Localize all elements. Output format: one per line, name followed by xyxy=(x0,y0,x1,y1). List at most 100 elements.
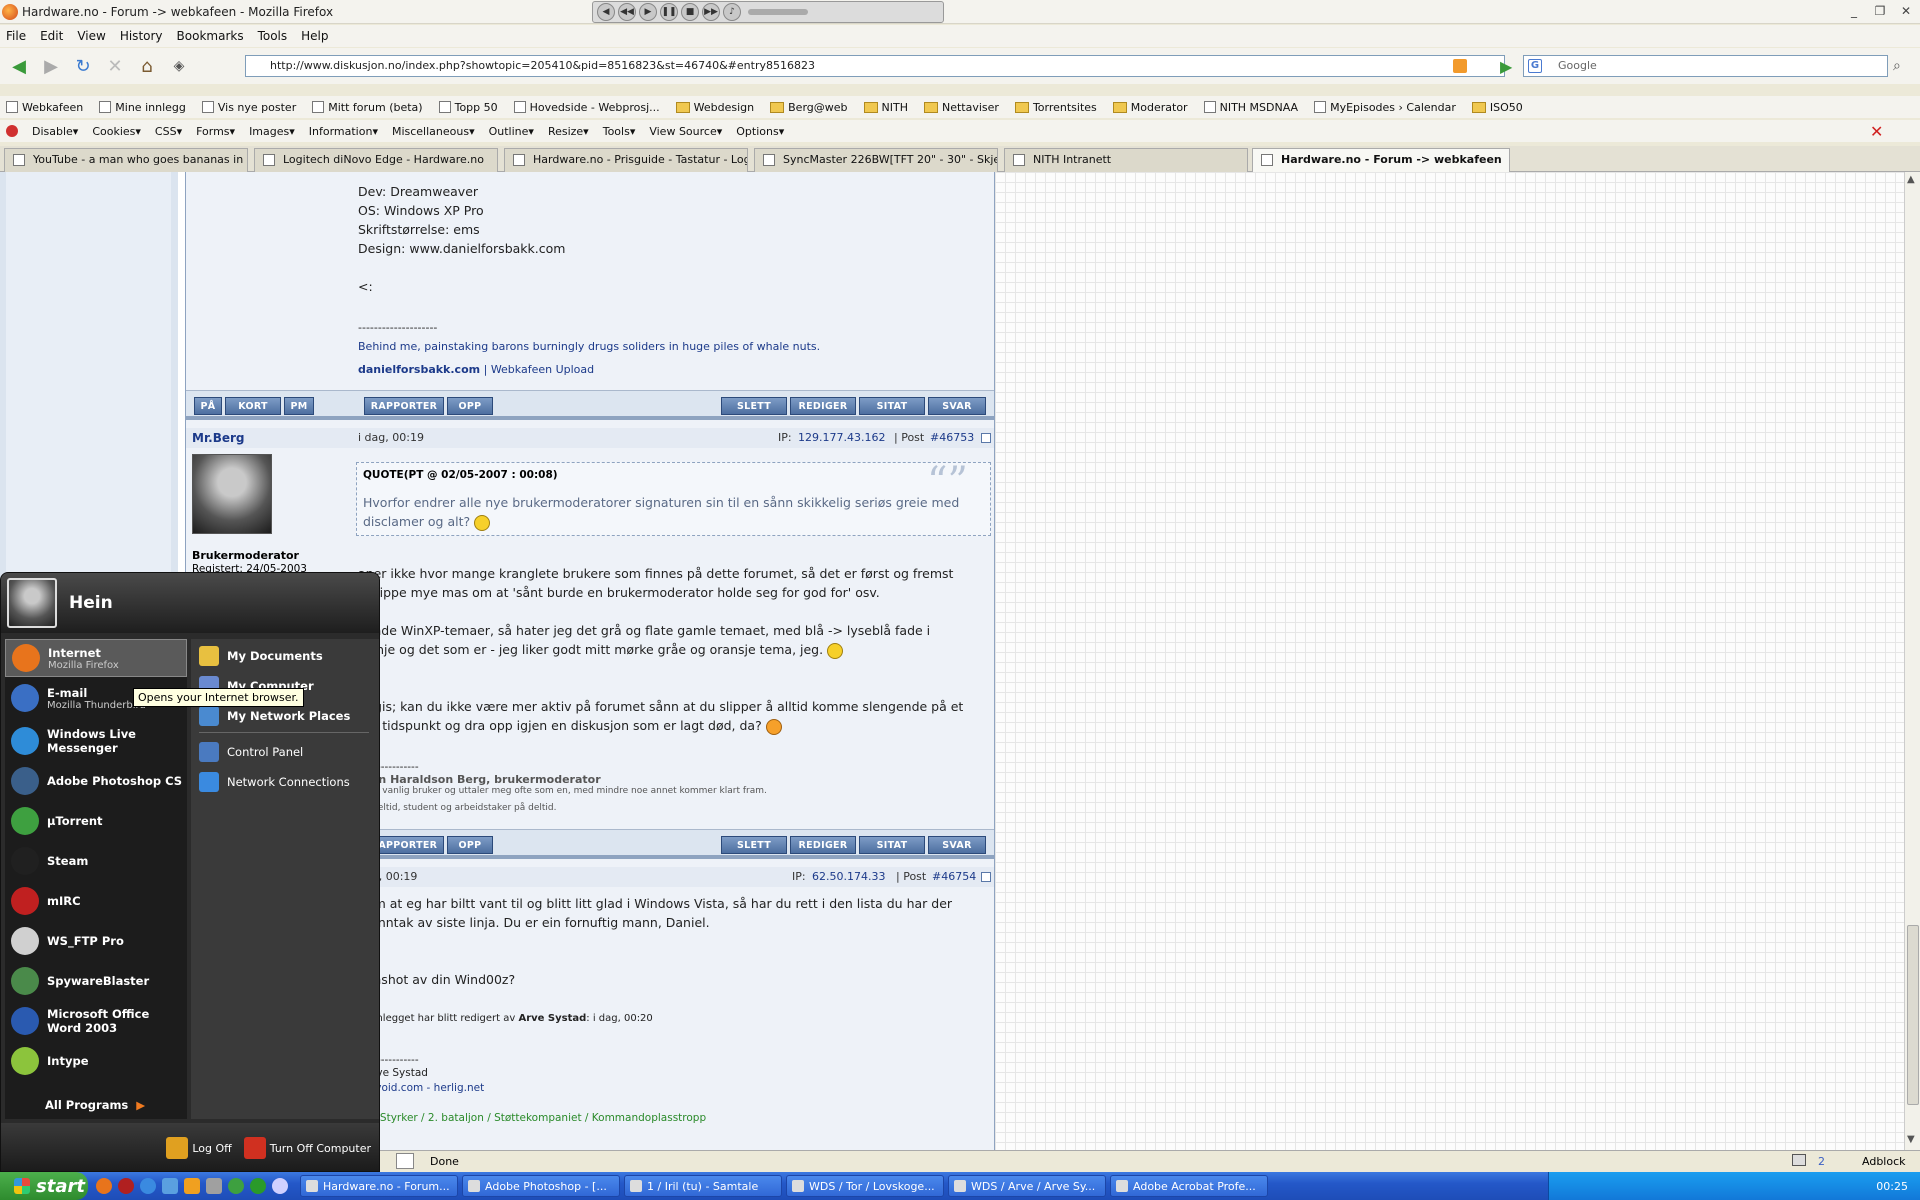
google-icon[interactable]: G xyxy=(1528,59,1542,73)
mail-count[interactable]: 2 xyxy=(1818,1155,1825,1168)
start-pinned-item[interactable]: Internet Mozilla Firefox xyxy=(5,639,187,677)
opp-button[interactable]: OPP xyxy=(447,397,493,415)
all-programs-button[interactable]: All Programs ▶ xyxy=(5,1087,187,1123)
app-quicklaunch-icon[interactable] xyxy=(272,1178,288,1194)
taskbar-item[interactable]: Adobe Acrobat Profe... xyxy=(1110,1175,1268,1197)
start-place-item[interactable]: Control Panel xyxy=(199,741,303,763)
start-recent-item[interactable]: SpywareBlaster xyxy=(5,963,187,999)
app-quicklaunch-icon[interactable] xyxy=(162,1178,178,1194)
home-icon[interactable]: ⌂ xyxy=(134,53,160,79)
media-play-icon[interactable]: ▶ xyxy=(639,3,657,21)
signature-link[interactable]: entvoid.com - herlig.net xyxy=(358,1081,988,1096)
post-checkbox[interactable] xyxy=(981,433,991,443)
taskbar-item[interactable]: Hardware.no - Forum... xyxy=(300,1175,458,1197)
taskbar-item[interactable]: 1 / Iril (tu) - Samtale xyxy=(624,1175,782,1197)
back-icon[interactable]: ◀ xyxy=(6,53,32,79)
tool-quicklaunch-icon[interactable] xyxy=(206,1178,222,1194)
devbar-menu-4[interactable]: Images▾ xyxy=(249,125,295,138)
go-icon[interactable]: ▶ xyxy=(1500,57,1512,76)
taskbar-item[interactable]: WDS / Arve / Arve Sy... xyxy=(948,1175,1106,1197)
menu-view[interactable]: View xyxy=(77,29,105,43)
devbar-menu-0[interactable]: Disable▾ xyxy=(32,125,78,138)
signature-link[interactable]: Webkafeen Upload xyxy=(491,363,594,376)
messenger-quicklaunch-icon[interactable] xyxy=(250,1178,266,1194)
start-place-item[interactable]: My Network Places xyxy=(199,705,350,727)
media-prev-icon[interactable]: ◀ xyxy=(597,3,615,21)
logoff-button[interactable]: Log Off xyxy=(166,1137,232,1159)
start-recent-item[interactable]: WS_FTP Pro xyxy=(5,923,187,959)
media-next-icon[interactable]: ▶▶ xyxy=(702,3,720,21)
start-recent-item[interactable]: mIRC xyxy=(5,883,187,919)
bookmark-item[interactable]: Mine innlegg xyxy=(99,101,186,114)
vertical-scrollbar[interactable]: ▲ ▼ xyxy=(1904,172,1920,1150)
menu-bookmarks[interactable]: Bookmarks xyxy=(177,29,244,43)
browser-tab[interactable]: SyncMaster 226BW[TFT 20" - 30" - Skjer..… xyxy=(754,148,998,172)
devbar-menu-1[interactable]: Cookies▾ xyxy=(92,125,141,138)
devbar-menu-2[interactable]: CSS▾ xyxy=(155,125,182,138)
slett-button[interactable]: SLETT xyxy=(721,397,787,415)
turnoff-button[interactable]: Turn Off Computer xyxy=(243,1137,371,1159)
sitat-button[interactable]: SITAT xyxy=(859,397,925,415)
media-pause-icon[interactable]: ❚❚ xyxy=(660,3,678,21)
scroll-up-icon[interactable]: ▲ xyxy=(1907,174,1915,185)
bookmark-item[interactable]: Webdesign xyxy=(675,101,754,114)
browser-tab[interactable]: YouTube - a man who goes bananas in or..… xyxy=(4,148,248,172)
devbar-menu-3[interactable]: Forms▾ xyxy=(196,125,235,138)
pm-button[interactable]: PM xyxy=(284,397,314,415)
post-checkbox[interactable] xyxy=(981,872,991,882)
ie-quicklaunch-icon[interactable] xyxy=(140,1178,156,1194)
devbar-menu-9[interactable]: Tools▾ xyxy=(603,125,636,138)
stop-icon[interactable]: ✕ xyxy=(102,53,128,79)
volume-icon[interactable]: ♪ xyxy=(723,3,741,21)
url-input[interactable]: http://www.diskusjon.no/index.php?showto… xyxy=(245,55,1505,77)
scroll-thumb[interactable] xyxy=(1907,925,1919,1105)
start-recent-item[interactable]: µTorrent xyxy=(5,803,187,839)
devbar-menu-11[interactable]: Options▾ xyxy=(736,125,784,138)
menu-help[interactable]: Help xyxy=(301,29,328,43)
rediger-button[interactable]: REDIGER xyxy=(790,836,856,854)
volume-slider[interactable] xyxy=(748,9,808,15)
bookmark-item[interactable]: Torrentsites xyxy=(1014,101,1097,114)
bookmark-item[interactable]: Vis nye poster xyxy=(201,101,296,114)
rss-icon[interactable] xyxy=(1453,59,1467,73)
start-recent-item[interactable]: Adobe Photoshop CS xyxy=(5,763,187,799)
start-recent-item[interactable]: Microsoft Office Word 2003 xyxy=(5,1003,187,1039)
bookmark-tool-icon[interactable]: ◈ xyxy=(166,53,192,79)
media-rewind-icon[interactable]: ◀◀ xyxy=(618,3,636,21)
bookmark-item[interactable]: Moderator xyxy=(1112,101,1188,114)
devbar-menu-10[interactable]: View Source▾ xyxy=(649,125,722,138)
svar-button[interactable]: SVAR xyxy=(928,836,986,854)
browser-tab[interactable]: Logitech diNovo Edge - Hardware.no xyxy=(254,148,498,172)
browser-tab[interactable]: NITH Intranett xyxy=(1004,148,1248,172)
post-number[interactable]: #46753 xyxy=(930,431,974,444)
pa-button[interactable]: PÅ xyxy=(194,397,222,415)
taskbar-item[interactable]: Adobe Photoshop - [... xyxy=(462,1175,620,1197)
taskbar-item[interactable]: WDS / Tor / Lovskoge... xyxy=(786,1175,944,1197)
browser-tab[interactable]: Hardware.no - Prisguide - Tastatur - Log… xyxy=(504,148,748,172)
bookmark-item[interactable]: Topp 50 xyxy=(438,101,498,114)
menu-file[interactable]: File xyxy=(6,29,26,43)
minimize-icon[interactable]: _ xyxy=(1844,2,1864,20)
start-recent-item[interactable]: Windows Live Messenger xyxy=(5,723,187,759)
menu-tools[interactable]: Tools xyxy=(258,29,288,43)
devbar-menu-8[interactable]: Resize▾ xyxy=(548,125,589,138)
mail-icon[interactable] xyxy=(1792,1154,1806,1166)
opera-quicklaunch-icon[interactable] xyxy=(118,1178,134,1194)
signature-link[interactable]: fm xyxy=(358,1096,988,1111)
slett-button[interactable]: SLETT xyxy=(721,836,787,854)
devbar-menu-5[interactable]: Information▾ xyxy=(309,125,378,138)
opp-button[interactable]: OPP xyxy=(447,836,493,854)
start-button[interactable]: start xyxy=(0,1172,88,1200)
bookmark-item[interactable]: Berg@web xyxy=(770,101,848,114)
bookmark-item[interactable]: Webkafeen xyxy=(6,101,83,114)
post-ip[interactable]: 62.50.174.33 xyxy=(812,870,885,883)
bookmark-item[interactable]: Hovedside - Webprosj... xyxy=(513,101,660,114)
bookmark-item[interactable]: Mitt forum (beta) xyxy=(312,101,423,114)
start-place-item[interactable]: My Documents xyxy=(199,645,323,667)
forward-icon[interactable]: ▶ xyxy=(38,53,64,79)
media-stop-icon[interactable]: ■ xyxy=(681,3,699,21)
clock[interactable]: 00:25 xyxy=(1876,1180,1908,1193)
sitat-button[interactable]: SITAT xyxy=(859,836,925,854)
svar-button[interactable]: SVAR xyxy=(928,397,986,415)
bookmark-item[interactable]: ISO50 xyxy=(1471,101,1523,114)
